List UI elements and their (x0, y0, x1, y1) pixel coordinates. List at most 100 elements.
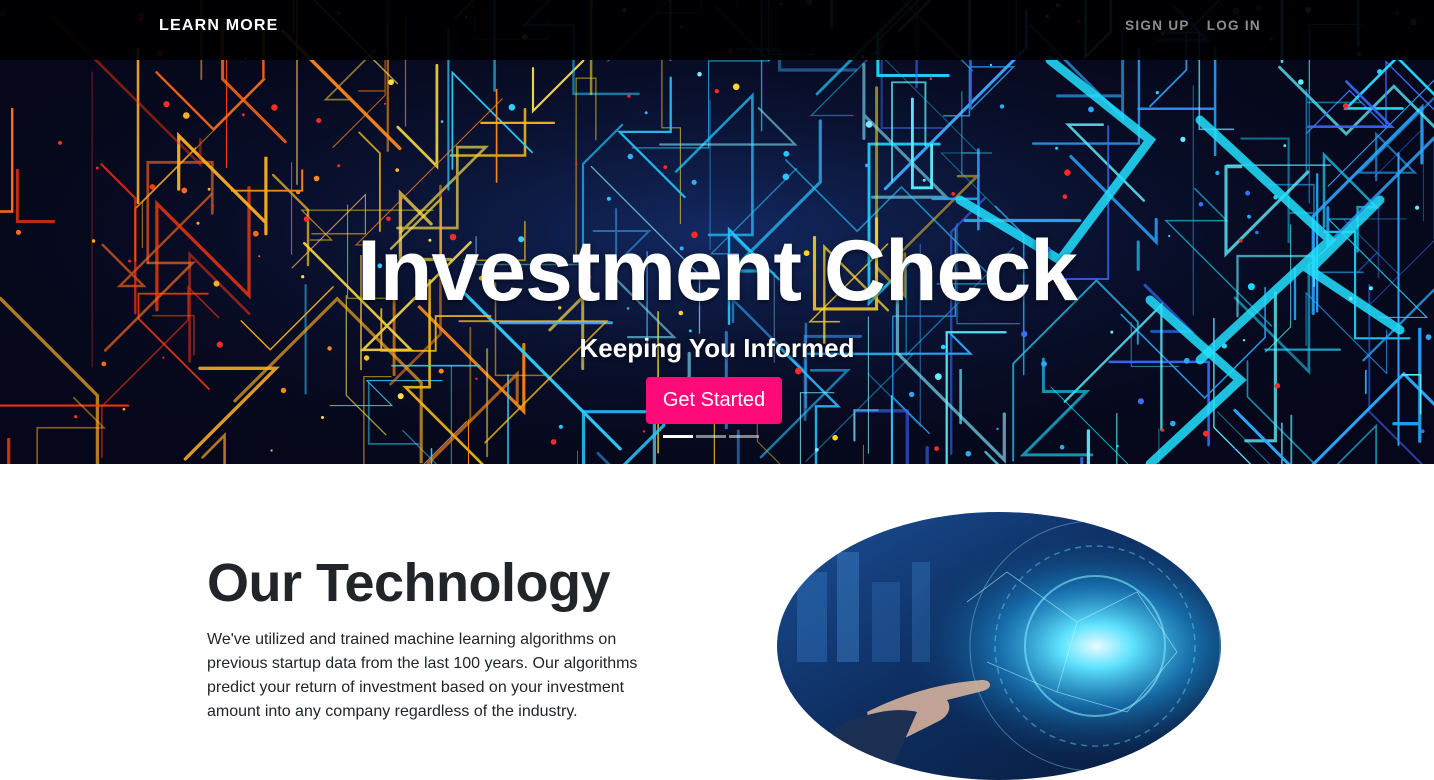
circuit-node (1088, 106, 1094, 113)
circuit-node (313, 175, 320, 182)
circuit-node (1202, 430, 1209, 437)
circuit-node (795, 367, 802, 375)
hero-subtitle: Keeping You Informed (579, 333, 855, 363)
circuit-node (95, 166, 99, 170)
circuit-node (316, 118, 322, 123)
circuit-node (688, 329, 692, 333)
sign-up-link[interactable]: SIGN UP (1125, 18, 1190, 33)
circuit-node (732, 83, 740, 91)
carousel-indicators (663, 435, 759, 438)
circuit-node (965, 450, 972, 457)
circuit-node (865, 163, 869, 168)
technology-description: We've utilized and trained machine learn… (207, 631, 638, 720)
circuit-node (951, 192, 956, 196)
circuit-node (74, 415, 78, 419)
circuit-node (663, 165, 668, 170)
circuit-node (270, 449, 273, 452)
circuit-node (1298, 79, 1304, 85)
technology-heading: Our Technology (207, 553, 611, 613)
circuit-node (783, 150, 790, 157)
carousel-indicator-1[interactable] (663, 435, 693, 438)
circuit-node (909, 391, 915, 398)
circuit-node (1170, 420, 1176, 427)
circuit-node (183, 112, 190, 119)
circuit-node (782, 173, 790, 181)
circuit-node (1137, 398, 1144, 405)
circuit-node (386, 216, 391, 221)
circuit-node (627, 153, 634, 160)
circuit-node (814, 448, 819, 452)
circuit-node (1062, 194, 1068, 199)
circuit-node (1377, 69, 1383, 75)
get-started-button[interactable]: Get Started (646, 377, 782, 424)
circuit-node (337, 164, 341, 168)
circuit-node (321, 416, 324, 419)
circuit-node (1420, 429, 1425, 434)
circuit-node (1415, 205, 1420, 210)
circuit-node (122, 407, 126, 411)
circuit-node (1116, 444, 1119, 448)
circuit-node (691, 179, 697, 185)
circuit-node (1342, 103, 1349, 109)
circuit-node (296, 190, 301, 195)
circuit-node (440, 120, 444, 123)
circuit-node (1064, 169, 1071, 176)
circuit-node (606, 196, 611, 201)
circuit-node (1274, 383, 1281, 389)
circuit-node (989, 63, 993, 67)
circuit-node (397, 393, 404, 400)
circuit-node (644, 111, 648, 115)
circuit-node (241, 113, 245, 117)
circuit-node (1215, 170, 1220, 176)
circuit-node (271, 104, 278, 111)
circuit-node (996, 427, 999, 431)
log-in-link[interactable]: LOG IN (1207, 18, 1261, 33)
circuit-node (575, 162, 578, 166)
circuit-node (922, 178, 926, 182)
circuit-node (508, 104, 516, 111)
circuit-node (550, 439, 557, 445)
technology-image (777, 512, 1221, 780)
circuit-node (1233, 447, 1236, 450)
circuit-node (714, 89, 719, 94)
circuit-node (207, 187, 211, 191)
circuit-node (163, 101, 170, 108)
circuit-node (642, 430, 646, 433)
circuit-node (280, 387, 287, 394)
circuit-node (697, 71, 702, 77)
brand-link[interactable]: LEARN MORE (159, 17, 279, 35)
carousel-indicator-3[interactable] (729, 435, 759, 438)
circuit-node (212, 204, 215, 207)
nav-links: SIGN UP LOG IN (1125, 18, 1261, 33)
circuit-node (1155, 91, 1159, 95)
circuit-node (58, 141, 62, 145)
circuit-node (832, 434, 838, 441)
circuit-node (383, 102, 387, 105)
circuit-node (438, 368, 444, 374)
hero-carousel: Investment Check Keeping You Informed Ge… (0, 0, 1434, 464)
circuit-node (475, 377, 478, 380)
circuit-node (558, 424, 564, 429)
circuit-node (1055, 146, 1059, 150)
top-navbar: LEARN MORE SIGN UP LOG IN (0, 0, 1434, 60)
circuit-node (1273, 195, 1278, 200)
circuit-node (1160, 428, 1165, 432)
circuit-node (149, 184, 156, 190)
circuit-node (865, 121, 873, 128)
circuit-node (627, 94, 631, 98)
hero-title: Investment Check (356, 223, 1078, 319)
circuit-node (1283, 144, 1287, 148)
circuit-node (181, 187, 188, 194)
circuit-node (1180, 136, 1186, 142)
circuit-node (1247, 214, 1251, 219)
carousel-indicator-2[interactable] (696, 435, 726, 438)
circuit-node (934, 446, 939, 451)
circuit-node (395, 168, 400, 172)
circuit-node (388, 79, 394, 86)
circuit-node (929, 77, 933, 80)
circuit-node (1245, 190, 1251, 196)
circuit-node (1198, 201, 1204, 207)
circuit-node (999, 104, 1005, 109)
circuit-node (1059, 444, 1065, 450)
circuit-node (934, 373, 942, 380)
